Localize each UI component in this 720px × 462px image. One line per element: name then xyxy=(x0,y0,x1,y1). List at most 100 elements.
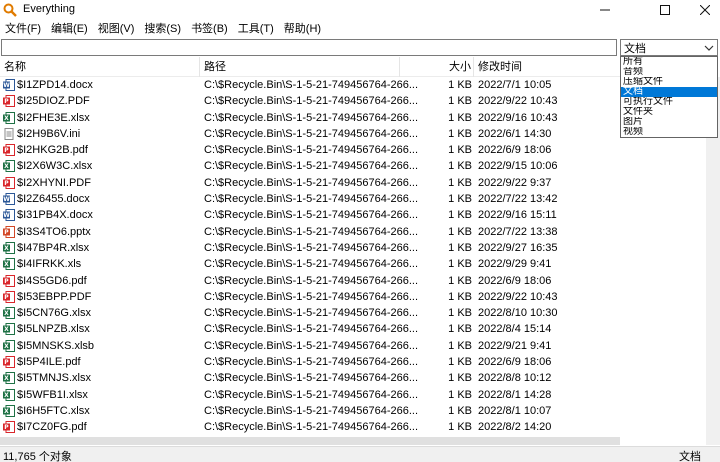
filter-option-audio[interactable]: 音频 xyxy=(621,67,717,77)
file-row[interactable]: X $I2X6W3C.xlsx C:\$Recycle.Bin\S-1-5-21-7… xyxy=(0,158,720,174)
word-icon: W xyxy=(3,79,15,91)
excel-icon: X xyxy=(3,160,15,173)
menu-tools[interactable]: 工具(T) xyxy=(233,20,279,39)
menu-help[interactable]: 帮助(H) xyxy=(279,20,326,39)
file-path: C:\$Recycle.Bin\S-1-5-21-749456764-266..… xyxy=(204,372,419,385)
pdf-icon: P xyxy=(3,290,15,303)
filter-option-executable[interactable]: 可执行文件 xyxy=(621,97,717,107)
filter-option-compressed[interactable]: 压缩文件 xyxy=(621,77,717,87)
excel-icon: X xyxy=(3,372,15,385)
filter-option-picture[interactable]: 图片 xyxy=(621,117,717,127)
file-modified: 2022/9/21 9:41 xyxy=(478,339,552,352)
file-row[interactable]: X $I5WFB1I.xlsx C:\$Recycle.Bin\S-1-5-21-7… xyxy=(0,387,720,403)
menu-edit[interactable]: 编辑(E) xyxy=(46,20,93,39)
menu-bookmarks[interactable]: 书签(B) xyxy=(186,20,233,39)
file-size: 1 KB xyxy=(448,421,472,434)
word-icon: W xyxy=(3,193,15,206)
everything-app-icon xyxy=(3,3,17,17)
file-row[interactable]: X $I5TMNJS.xlsx C:\$Recycle.Bin\S-1-5-21-7… xyxy=(0,370,720,386)
minimize-button[interactable] xyxy=(582,0,628,20)
file-row[interactable]: W $I1ZPD14.docx C:\$Recycle.Bin\S-1-5-21-7… xyxy=(0,77,720,93)
filter-select-value: 文档 xyxy=(624,42,646,55)
filter-option-video[interactable]: 视频 xyxy=(621,127,717,137)
svg-text:P: P xyxy=(4,229,9,236)
column-header-name[interactable]: 名称 xyxy=(4,57,26,77)
file-row[interactable]: X $I6H5FTC.xlsx C:\$Recycle.Bin\S-1-5-21-7… xyxy=(0,403,720,419)
svg-text:X: X xyxy=(4,245,9,252)
file-size: 1 KB xyxy=(448,127,472,140)
column-header-size[interactable]: 大小 xyxy=(449,57,471,77)
file-name: $I3S4TO6.pptx xyxy=(17,225,91,238)
file-row[interactable]: P $I25DIOZ.PDF C:\$Recycle.Bin\S-1-5-21-74… xyxy=(0,93,720,109)
file-name: $I4S5GD6.pdf xyxy=(17,274,87,287)
horizontal-scroll-thumb[interactable] xyxy=(0,437,620,445)
menu-search[interactable]: 搜索(S) xyxy=(139,20,186,39)
filter-option-folder[interactable]: 文件夹 xyxy=(621,107,717,117)
file-row[interactable]: X $I5CN76G.xlsx C:\$Recycle.Bin\S-1-5-21-7… xyxy=(0,305,720,321)
close-button[interactable] xyxy=(682,0,720,20)
title-bar[interactable]: Everything xyxy=(0,0,720,20)
file-path: C:\$Recycle.Bin\S-1-5-21-749456764-266..… xyxy=(204,127,419,140)
menu-file[interactable]: 文件(F) xyxy=(0,20,46,39)
chevron-down-icon xyxy=(704,45,714,51)
column-header-path[interactable]: 路径 xyxy=(204,57,226,77)
filter-dropdown-list: 所有 音频 压缩文件 文档 可执行文件 文件夹 图片 视频 xyxy=(620,56,718,138)
file-row[interactable]: P $I2HKG2B.pdf C:\$Recycle.Bin\S-1-5-21-74… xyxy=(0,142,720,158)
svg-text:X: X xyxy=(4,115,9,122)
file-list: W $I1ZPD14.docx C:\$Recycle.Bin\S-1-5-21-7… xyxy=(0,77,720,445)
status-filter-label: 文档 xyxy=(679,451,701,462)
file-row[interactable]: P $I5P4ILE.pdf C:\$Recycle.Bin\S-1-5-21-74… xyxy=(0,354,720,370)
svg-text:P: P xyxy=(4,147,9,154)
file-row[interactable]: P $I2XHYNI.PDF C:\$Recycle.Bin\S-1-5-21-74… xyxy=(0,175,720,191)
file-modified: 2022/9/27 16:35 xyxy=(478,241,558,254)
file-path: C:\$Recycle.Bin\S-1-5-21-749456764-266..… xyxy=(204,176,419,189)
search-input[interactable] xyxy=(1,39,617,56)
excel-icon: X xyxy=(3,307,15,320)
file-modified: 2022/8/8 10:12 xyxy=(478,372,552,385)
file-modified: 2022/8/10 10:30 xyxy=(478,307,558,320)
file-name: $I6H5FTC.xlsx xyxy=(17,404,90,417)
file-row[interactable]: P $I53EBPP.PDF C:\$Recycle.Bin\S-1-5-21-74… xyxy=(0,289,720,305)
file-name: $I2H9B6V.ini xyxy=(17,127,81,140)
file-row[interactable]: X $I2FHE3E.xlsx C:\$Recycle.Bin\S-1-5-21-7… xyxy=(0,110,720,126)
menu-view[interactable]: 视图(V) xyxy=(93,20,140,39)
filter-select[interactable]: 文档 xyxy=(620,39,718,56)
word-icon: W xyxy=(3,209,15,222)
file-row[interactable]: X $I47BP4R.xlsx C:\$Recycle.Bin\S-1-5-21-7… xyxy=(0,240,720,256)
file-path: C:\$Recycle.Bin\S-1-5-21-749456764-266..… xyxy=(204,258,419,271)
excel-icon: X xyxy=(3,241,15,254)
file-row[interactable]: $I2H9B6V.ini C:\$Recycle.Bin\S-1-5-21-749… xyxy=(0,126,720,142)
menu-bar: 文件(F) 编辑(E) 视图(V) 搜索(S) 书签(B) 工具(T) 帮助(H… xyxy=(0,20,720,39)
filter-option-document[interactable]: 文档 xyxy=(621,87,717,97)
file-modified: 2022/6/9 18:06 xyxy=(478,356,552,369)
pdf-icon: P xyxy=(3,144,15,157)
file-size: 1 KB xyxy=(448,144,472,157)
file-row[interactable]: P $I7CZ0FG.pdf C:\$Recycle.Bin\S-1-5-21-74… xyxy=(0,419,720,435)
file-modified: 2022/8/2 14:20 xyxy=(478,421,552,434)
file-size: 1 KB xyxy=(448,274,472,287)
column-separator[interactable] xyxy=(199,57,200,77)
file-modified: 2022/7/1 10:05 xyxy=(478,79,552,91)
file-row[interactable]: X $I5LNPZB.xlsx C:\$Recycle.Bin\S-1-5-21-7… xyxy=(0,321,720,337)
file-row[interactable]: W $I31PB4X.docx C:\$Recycle.Bin\S-1-5-21-7… xyxy=(0,207,720,223)
column-separator[interactable] xyxy=(399,57,400,77)
file-row[interactable]: W $I2Z6455.docx C:\$Recycle.Bin\S-1-5-21-7… xyxy=(0,191,720,207)
file-size: 1 KB xyxy=(448,404,472,417)
file-name: $I5MNSKS.xlsb xyxy=(17,339,95,352)
file-row[interactable]: X $I5MNSKS.xlsb C:\$Recycle.Bin\S-1-5-21-7… xyxy=(0,338,720,354)
ppt-icon: P xyxy=(3,225,15,238)
filter-option-all[interactable]: 所有 xyxy=(621,57,717,67)
maximize-icon xyxy=(660,5,670,15)
file-modified: 2022/9/16 10:43 xyxy=(478,111,558,124)
file-row[interactable]: P $I3S4TO6.pptx C:\$Recycle.Bin\S-1-5-21-7… xyxy=(0,224,720,240)
excel-icon: X xyxy=(3,388,15,401)
status-object-count: 11,765 个对象 xyxy=(3,451,72,462)
column-header-modified[interactable]: 修改时间 xyxy=(478,57,522,77)
file-size: 1 KB xyxy=(448,225,472,238)
file-modified: 2022/9/16 15:11 xyxy=(478,209,557,222)
file-row[interactable]: X $I4IFRKK.xls C:\$Recycle.Bin\S-1-5-21-74… xyxy=(0,256,720,272)
excel-icon: X xyxy=(3,323,15,336)
horizontal-scrollbar[interactable] xyxy=(0,436,706,446)
column-separator[interactable] xyxy=(473,57,474,77)
file-row[interactable]: P $I4S5GD6.pdf C:\$Recycle.Bin\S-1-5-21-74… xyxy=(0,273,720,289)
